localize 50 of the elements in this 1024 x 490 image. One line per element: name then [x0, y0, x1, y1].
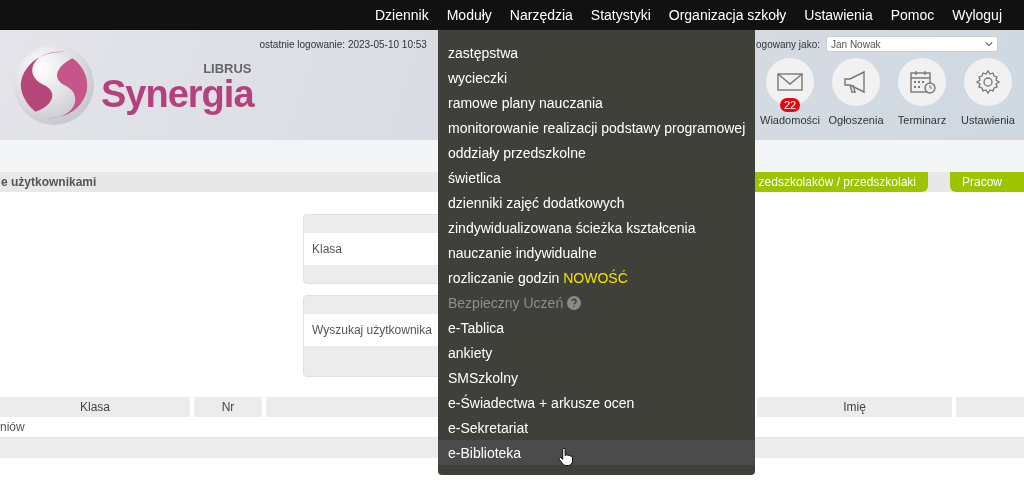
column-header: Nr	[194, 397, 262, 417]
menu-item[interactable]: ramowe plany nauczania	[438, 90, 755, 115]
menu-item[interactable]: ankiety	[438, 340, 755, 365]
logo-icon	[13, 44, 95, 126]
menu-item[interactable]: zindywidualizowana ścieżka kształcenia	[438, 215, 755, 240]
shortcut-button[interactable]	[898, 58, 946, 106]
nav-link[interactable]: Statystyki	[590, 7, 651, 23]
chevron-icon	[985, 41, 993, 47]
menu-item[interactable]: nauczanie indywidualne	[438, 240, 755, 265]
last-login-text: ostatnie logowanie: 2023-05-10 10:53	[259, 38, 428, 50]
shortcut-link[interactable]: 22 Wiadomości	[758, 58, 822, 126]
menu-item[interactable]: wycieczki	[438, 65, 755, 90]
section-title: e użytkownikami	[0, 175, 97, 189]
nav-link[interactable]: Wyloguj	[952, 7, 1002, 23]
menu-item[interactable]: rozliczanie godzin NOWOŚĆ	[438, 265, 755, 290]
nav-link[interactable]: Dziennik	[375, 7, 429, 23]
filter-label: Wyszukaj użytkownika	[312, 323, 432, 337]
menu-item[interactable]: e-Sekretariat	[438, 415, 755, 440]
unread-count-badge: 22	[780, 98, 801, 112]
filter-label: Klasa	[312, 242, 343, 256]
nav-link[interactable]: Narzędzia	[509, 7, 573, 23]
menu-item[interactable]: SMSzkolny	[438, 365, 755, 390]
menu-item[interactable]: e-Biblioteka	[438, 440, 755, 465]
column-header: Imię	[757, 397, 952, 417]
shortcut-button[interactable]	[832, 58, 880, 106]
shortcut-label: Ogłoszenia	[828, 114, 884, 126]
product-name: Synergia	[101, 74, 254, 113]
shortcut-link[interactable]: Ustawienia	[956, 58, 1020, 126]
menu-item[interactable]: zastępstwa	[438, 40, 755, 65]
user-select[interactable]: Jan Nowak	[826, 36, 998, 52]
shortcut-label: Ustawienia	[961, 114, 1015, 126]
hand-cursor-icon	[558, 448, 573, 467]
shortcut-label: Wiadomości	[760, 114, 820, 126]
nav-link[interactable]: Moduły	[446, 7, 492, 23]
logged-as-text: ogowany jako:	[756, 38, 820, 50]
brand-name: LIBRUS	[203, 61, 252, 75]
column-header: Klasa	[0, 397, 190, 417]
table-cell: niów	[0, 420, 25, 434]
nav-link[interactable]: Organizacja szkoły	[668, 7, 787, 23]
menu-item[interactable]: dzienniki zajęć dodatkowych	[438, 190, 755, 215]
nav-link[interactable]: Ustawienia	[804, 7, 873, 23]
shortcut-label: Terminarz	[897, 114, 947, 126]
shortcut-link[interactable]: Ogłoszenia	[824, 58, 888, 126]
menu-item[interactable]: monitorowanie realizacji podstawy programowej	[438, 115, 755, 140]
menu-item[interactable]: e-Świadectwa + arkusze ocen	[438, 390, 755, 415]
shortcut-link[interactable]: Terminarz	[890, 58, 954, 126]
shortcut-button[interactable]	[964, 58, 1012, 106]
help-icon	[567, 295, 582, 310]
menu-item[interactable]: e-Tablica	[438, 315, 755, 340]
nav-link[interactable]: Pomoc	[890, 7, 935, 23]
